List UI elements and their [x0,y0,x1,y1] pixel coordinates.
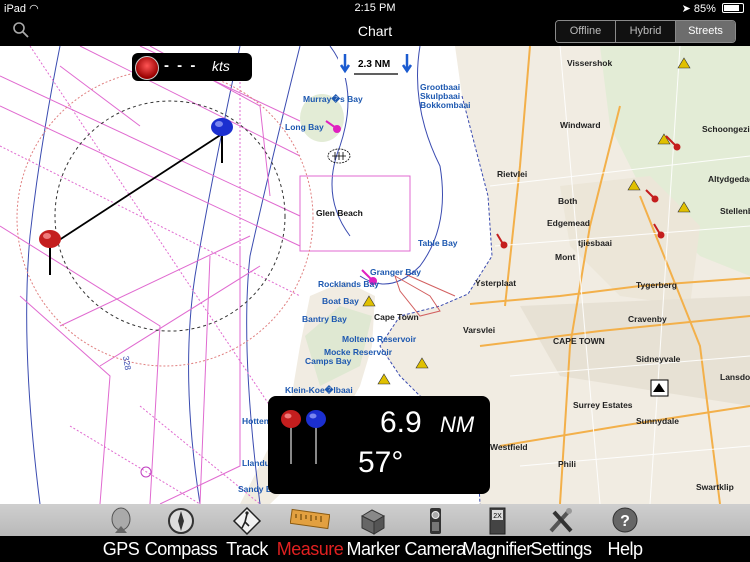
svg-text:2X: 2X [493,513,502,520]
navigation-bar: Chart Offline Hybrid Streets [0,16,750,46]
bottom-toolbar: GPS Compass Track Measure Marker Camera … [0,504,750,562]
settings-tools-icon [549,508,573,533]
tool-marker[interactable]: Marker [346,504,400,562]
tool-measure[interactable]: Measure [277,504,344,562]
measure-distance-unit: NM [440,412,475,437]
battery-icon [722,3,744,13]
map-label-land: Cape Town [374,312,419,322]
tool-track[interactable]: Track [226,504,268,562]
gps-dish-icon [111,507,131,533]
map-label-land: Ysterplaat [475,278,517,288]
measure-distance: 6.9 [380,406,422,439]
map-label-land: Sidneyvale [636,354,681,364]
map-label-land: Westfield [490,442,528,452]
help-icon: ? [612,507,638,533]
ruler-icon [290,508,330,530]
map-label-water: Bokkombaai [420,100,471,110]
measure-end-pin[interactable] [208,117,238,165]
map-label-land: Surrey Estates [573,400,633,410]
map-mode-segmented-control: Offline Hybrid Streets [555,20,736,43]
map-label-water: Molteno Reservoir [342,334,417,344]
tool-help[interactable]: ? Help [604,504,646,562]
location-arrow-icon: ➤ [681,3,691,15]
map-label-land: Cravenby [628,314,667,324]
map-label-land: Schoongezicht [702,124,750,134]
tool-magnifier[interactable]: 2X Magnifier [462,504,532,562]
map-label-water: Granger Bay [370,267,422,277]
speed-display: - - - kts [132,53,252,81]
track-icon [232,506,262,536]
status-bar: iPad ◠ 2:15 PM ➤ 85% [0,0,750,16]
map-label-land: Phili [558,459,576,469]
map-label-land: Sunnydale [636,416,679,426]
map-label-water: Klein-Koe�lbaai [285,385,353,395]
camera-icon [430,508,441,534]
map-label-land: Stellenberg [720,206,750,216]
map-label-land: Altydgedacht [708,174,750,184]
scale-label: 2.3 NM [358,59,391,70]
tool-gps[interactable]: GPS [100,504,142,562]
measure-pins-icon [281,410,326,464]
speedometer-icon [135,56,159,80]
map-label-land: Varsvlei [463,325,496,335]
map-label-land: tjiesbaai [578,238,613,248]
battery-status: ➤ 85% [682,2,744,15]
map-label-land: Swartklip [696,482,734,492]
map-label-land: Lansdowne [720,372,750,382]
tool-label: Help [607,539,643,559]
map-label-water: Murray�s Bay [303,94,363,104]
map-label-water: Camps Bay [305,356,352,366]
speed-unit: kts [212,58,230,74]
map-label-land: Vissershok [567,58,613,68]
marker-icon [360,509,386,535]
magnifier-icon: 2X [489,507,506,535]
svg-text:?: ? [620,513,630,530]
compass-icon [168,508,194,534]
map-label-land: Rietvlei [497,169,528,179]
measure-bearing: 57° [358,446,404,479]
map-label-land: Windward [560,120,601,130]
tool-camera[interactable]: Camera [404,504,466,562]
map-label-water: Rocklands Bay [318,279,379,289]
status-time: 2:15 PM [354,2,396,14]
map-label-land: Both [558,196,578,206]
map-label-land: Tygerberg [636,280,677,290]
map-label-water: Bantry Bay [302,314,347,324]
map-mode-hybrid[interactable]: Hybrid [615,21,675,42]
map-label-water: Glen Beach [316,208,363,218]
chart-map[interactable]: Murray�s Bay Long Bay Glen Beach Table B… [0,46,750,504]
map-label-water: Table Bay [418,238,458,248]
map-label-water: Boat Bay [322,296,359,306]
tool-settings[interactable]: Settings [530,504,592,562]
map-label-land: CAPE TOWN [553,336,605,346]
speed-value: - - - [164,57,198,74]
measure-result-panel: 6.9 NM 57° [268,396,490,494]
map-label-land: Mont [555,252,576,262]
map-mode-streets[interactable]: Streets [675,21,735,42]
battery-percent: 85% [693,3,716,15]
map-label-land: Edgemead [547,218,590,228]
map-mode-offline[interactable]: Offline [556,21,615,42]
measure-start-pin[interactable] [36,229,66,277]
map-label-water: Long Bay [285,122,324,132]
tool-compass[interactable]: Compass [145,504,218,562]
